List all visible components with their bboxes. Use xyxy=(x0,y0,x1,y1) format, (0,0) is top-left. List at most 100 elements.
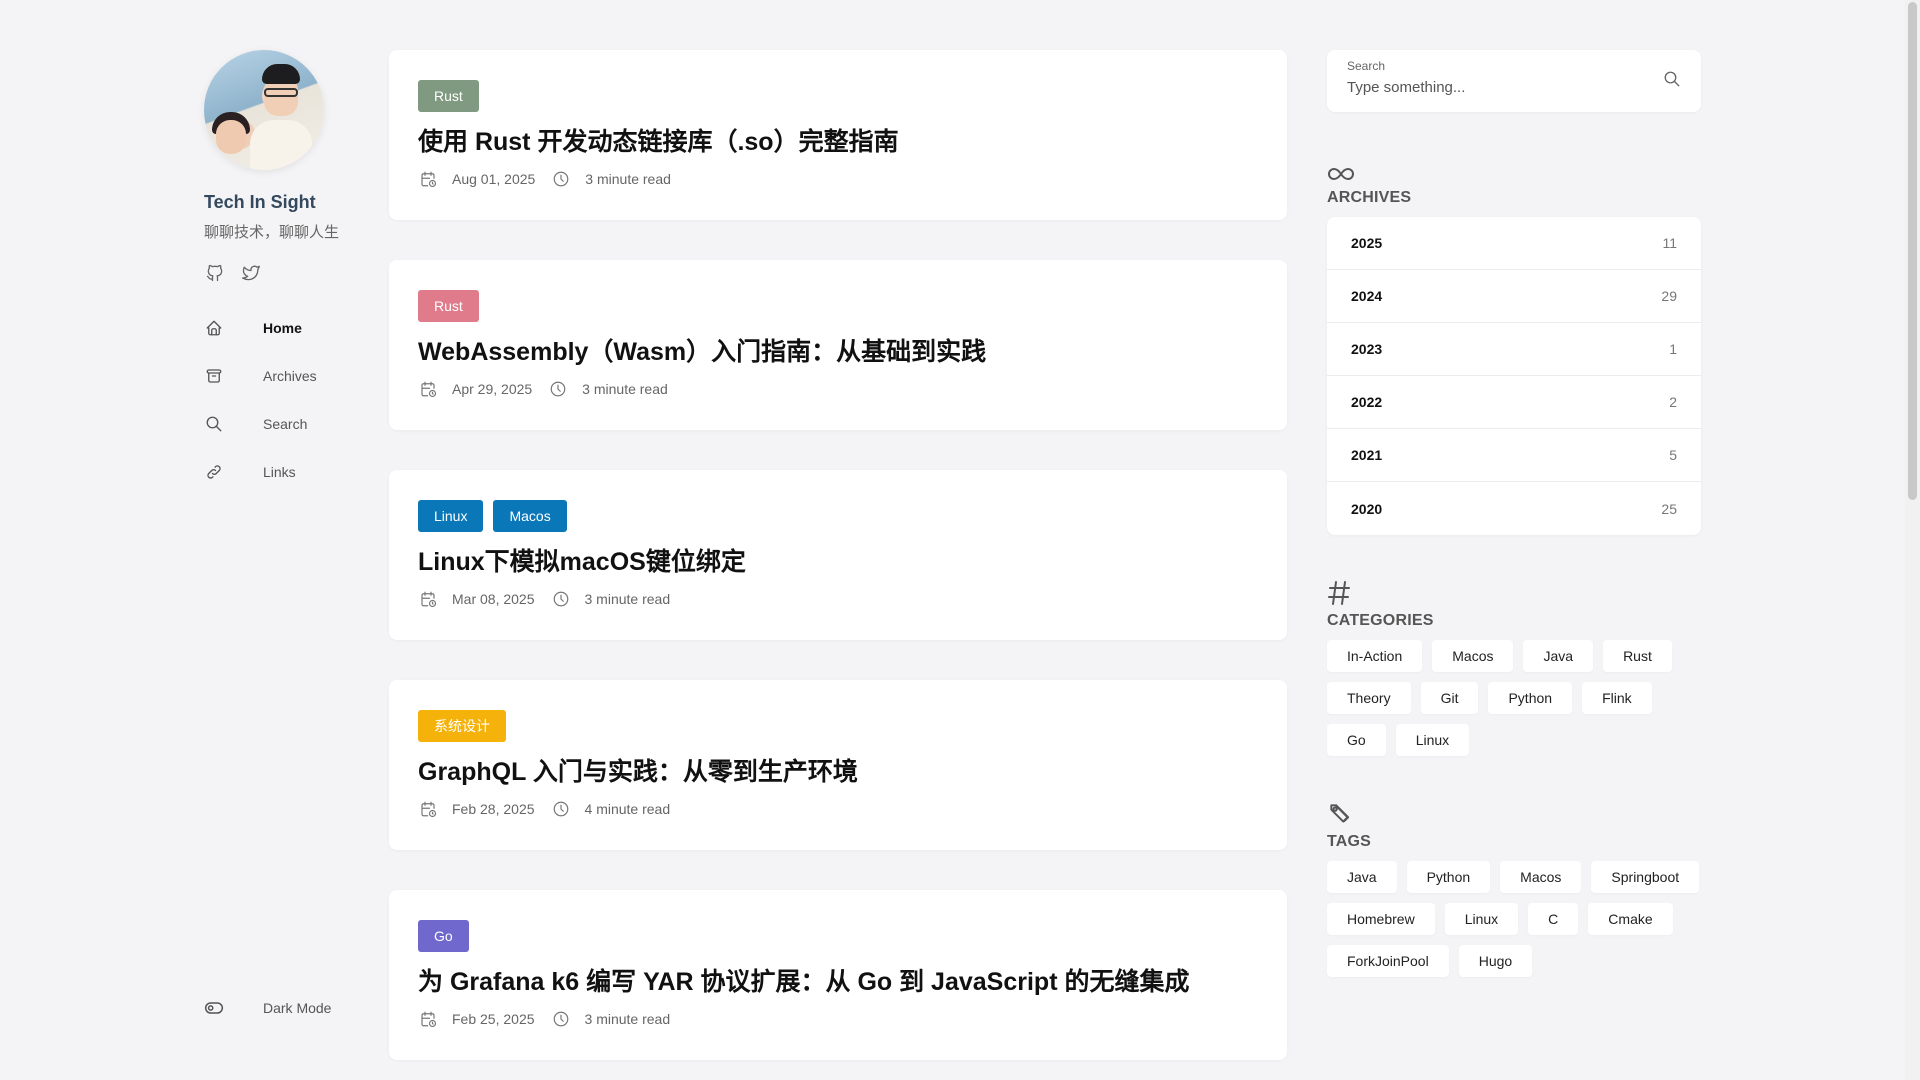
archive-count: 2 xyxy=(1669,394,1677,410)
archive-row[interactable]: 2021 5 xyxy=(1327,429,1701,482)
post-title[interactable]: 使用 Rust 开发动态链接库（.so）完整指南 xyxy=(418,125,1258,159)
post-title[interactable]: WebAssembly（Wasm）入门指南：从基础到实践 xyxy=(418,335,1258,369)
archive-row[interactable]: 2022 2 xyxy=(1327,376,1701,429)
dark-mode-toggle[interactable]: Dark Mode xyxy=(204,998,331,1018)
archive-count: 11 xyxy=(1662,235,1677,251)
nav-item-links[interactable]: Links xyxy=(204,448,364,496)
archive-year: 2023 xyxy=(1351,341,1383,357)
post-tag[interactable]: Linux xyxy=(418,500,484,532)
search-input[interactable] xyxy=(1347,79,1637,96)
category-chip[interactable]: Rust xyxy=(1603,640,1672,672)
post-date: Feb 25, 2025 xyxy=(452,1011,535,1027)
post-meta: Mar 08, 2025 3 minute read xyxy=(418,589,1258,609)
post-tag[interactable]: Go xyxy=(418,920,469,952)
site-subtitle: 聊聊技术，聊聊人生 xyxy=(204,224,340,241)
scrollbar-thumb[interactable] xyxy=(1908,2,1917,500)
archive-year: 2020 xyxy=(1351,500,1383,517)
category-chip[interactable]: Linux xyxy=(1395,724,1470,756)
category-chip[interactable]: Go xyxy=(1327,724,1386,756)
post-card: Rust WebAssembly（Wasm）入门指南：从基础到实践 Apr 29… xyxy=(389,260,1287,430)
tag-chip[interactable]: Hugo xyxy=(1458,945,1533,977)
post-tag[interactable]: Macos xyxy=(493,500,567,532)
tag-chip[interactable]: Cmake xyxy=(1588,903,1673,935)
archive-row[interactable]: 2025 11 xyxy=(1327,217,1701,270)
post-read-time: 3 minute read xyxy=(584,1011,671,1027)
post-tag[interactable]: Rust xyxy=(418,290,479,322)
clock-icon xyxy=(551,589,571,609)
clock-icon xyxy=(551,169,571,189)
post-list: Rust 使用 Rust 开发动态链接库（.so）完整指南 Aug 01, 20… xyxy=(389,50,1287,1080)
archive-box-icon xyxy=(204,366,224,386)
archive-row[interactable]: 2023 1 xyxy=(1327,323,1701,376)
search-icon[interactable] xyxy=(1663,70,1681,93)
post-title[interactable]: GraphQL 入门与实践：从零到生产环境 xyxy=(418,755,1258,789)
tag-chip[interactable]: ForkJoinPool xyxy=(1327,945,1449,977)
search-icon xyxy=(204,414,224,434)
left-sidebar: Tech In Sight 聊聊技术，聊聊人生 Home Archives Se… xyxy=(204,50,364,1040)
nav-item-search[interactable]: Search xyxy=(204,400,364,448)
post-tags: Go xyxy=(418,920,1258,952)
archive-count: 29 xyxy=(1661,288,1677,304)
archive-row[interactable]: 2024 29 xyxy=(1327,270,1701,323)
hash-icon xyxy=(1327,580,1701,606)
tag-chip[interactable]: Springboot xyxy=(1591,861,1700,893)
tag-chip[interactable]: Homebrew xyxy=(1327,903,1435,935)
archive-count: 5 xyxy=(1669,447,1677,463)
tag-chip[interactable]: Python xyxy=(1406,861,1491,893)
nav-label: Search xyxy=(263,416,308,432)
github-icon[interactable] xyxy=(204,262,226,284)
nav-label: Home xyxy=(263,320,302,336)
post-tag[interactable]: 系统设计 xyxy=(418,710,506,742)
main-nav: Home Archives Search Links xyxy=(204,304,364,496)
category-chip[interactable]: Git xyxy=(1420,682,1479,714)
post-tags: Rust xyxy=(418,80,1258,112)
clock-icon xyxy=(548,379,568,399)
nav-item-home[interactable]: Home xyxy=(204,304,364,352)
clock-icon xyxy=(551,799,571,819)
archive-count: 25 xyxy=(1661,500,1677,517)
post-meta: Aug 01, 2025 3 minute read xyxy=(418,169,1258,189)
avatar[interactable] xyxy=(204,50,324,170)
home-icon xyxy=(204,318,224,338)
tag-chip[interactable]: Macos xyxy=(1500,861,1582,893)
category-chips: In-Action Macos Java Rust Theory Git Pyt… xyxy=(1327,640,1701,756)
page-scrollbar[interactable] xyxy=(1905,0,1920,1080)
archive-year: 2025 xyxy=(1351,235,1383,251)
post-meta: Apr 29, 2025 3 minute read xyxy=(418,379,1258,399)
tags-widget-header: TAGS xyxy=(1327,801,1701,851)
category-chip[interactable]: Macos xyxy=(1432,640,1514,672)
dark-mode-label: Dark Mode xyxy=(263,1000,332,1016)
category-chip[interactable]: Python xyxy=(1488,682,1573,714)
tag-chip[interactable]: Java xyxy=(1327,861,1397,893)
post-date: Mar 08, 2025 xyxy=(452,591,535,607)
nav-label: Archives xyxy=(263,368,317,384)
toggle-icon xyxy=(204,998,224,1018)
post-card: Go 为 Grafana k6 编写 YAR 协议扩展：从 Go 到 JavaS… xyxy=(389,890,1287,1060)
post-tag[interactable]: Rust xyxy=(418,80,479,112)
category-chip[interactable]: Flink xyxy=(1582,682,1652,714)
tags-title: TAGS xyxy=(1327,833,1372,850)
archive-year: 2021 xyxy=(1351,447,1383,463)
calendar-clock-icon xyxy=(418,799,438,819)
post-tags: Linux Macos xyxy=(418,500,1258,532)
post-title[interactable]: Linux下模拟macOS键位绑定 xyxy=(418,545,1258,579)
post-tags: Rust xyxy=(418,290,1258,322)
post-read-time: 3 minute read xyxy=(585,171,671,187)
site-title[interactable]: Tech In Sight xyxy=(204,192,364,213)
archives-title: ARCHIVES xyxy=(1327,189,1412,206)
right-sidebar: Search ARCHIVES 2025 11 2024 29 2023 1 2022… xyxy=(1327,50,1701,977)
archive-row[interactable]: 2020 25 xyxy=(1327,482,1701,535)
post-date: Feb 28, 2025 xyxy=(452,801,535,817)
category-chip[interactable]: In-Action xyxy=(1327,640,1423,672)
post-title[interactable]: 为 Grafana k6 编写 YAR 协议扩展：从 Go 到 JavaScri… xyxy=(418,965,1258,999)
tag-chip[interactable]: Linux xyxy=(1444,903,1519,935)
tag-chip[interactable]: C xyxy=(1528,903,1579,935)
category-chip[interactable]: Theory xyxy=(1327,682,1411,714)
twitter-icon[interactable] xyxy=(240,262,262,284)
nav-item-archives[interactable]: Archives xyxy=(204,352,364,400)
post-meta: Feb 25, 2025 3 minute read xyxy=(418,1009,1258,1029)
tag-chips: Java Python Macos Springboot Homebrew Li… xyxy=(1327,861,1701,977)
category-chip[interactable]: Java xyxy=(1523,640,1594,672)
social-links xyxy=(204,262,364,284)
search-label: Search xyxy=(1347,59,1386,73)
